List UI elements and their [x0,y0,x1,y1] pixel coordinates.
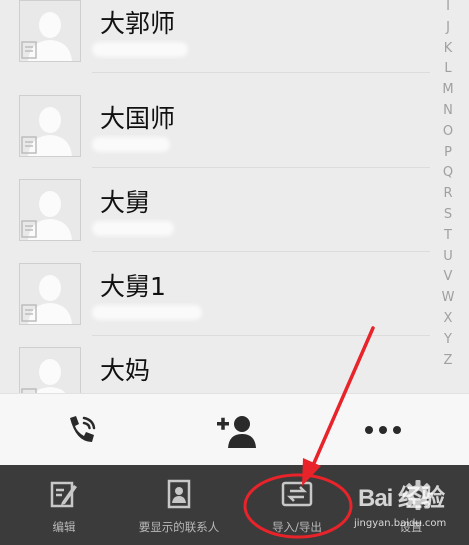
add-contact-button[interactable] [186,394,286,466]
menu-label: 要显示的联系人 [138,520,220,534]
call-button[interactable] [32,394,132,466]
index-letter[interactable]: O [437,122,459,143]
action-bar [0,393,469,465]
index-letter[interactable]: N [437,101,459,122]
avatar [19,263,81,325]
avatar [19,95,81,157]
index-letter[interactable]: S [437,205,459,226]
edit-icon [50,481,77,508]
menu-item-import-export[interactable]: 导入/导出 [242,465,352,545]
more-icon [365,426,401,434]
phone-icon [70,416,96,442]
contact-row[interactable]: 大国师 [0,84,430,168]
index-letter[interactable]: U [437,247,459,268]
menu-label: 设置 [399,520,423,534]
index-letter[interactable]: Q [437,163,459,184]
redacted-phone [92,42,188,57]
avatar [19,347,81,393]
import-export-icon [281,481,313,507]
index-letter[interactable]: W [437,288,459,309]
alphabet-index[interactable]: I J K L M N O P Q R S T U V W X Y Z [437,0,459,371]
index-letter[interactable]: L [437,59,459,80]
default-avatar-icon [21,191,72,240]
index-letter[interactable]: X [437,309,459,330]
menu-item-contacts-to-display[interactable]: 要显示的联系人 [124,465,234,545]
index-letter[interactable]: K [437,39,459,60]
menu-item-edit[interactable]: 编辑 [9,465,119,545]
default-avatar-icon [21,275,72,324]
default-avatar-icon [21,107,72,156]
index-letter[interactable]: R [437,184,459,205]
index-letter[interactable]: Z [437,351,459,372]
contact-row[interactable]: 大妈 [0,336,430,393]
index-letter[interactable]: P [437,143,459,164]
index-letter[interactable]: V [437,267,459,288]
contact-name: 大郭师 [100,9,176,38]
index-letter[interactable]: Y [437,330,459,351]
index-letter[interactable]: T [437,226,459,247]
redacted-phone [92,305,202,320]
index-letter[interactable]: M [437,80,459,101]
contact-card-icon [167,479,191,509]
divider [92,72,430,73]
contact-row[interactable]: 大郭师 [0,0,430,73]
avatar [19,179,81,241]
menu-label: 编辑 [52,520,76,534]
redacted-phone [92,137,170,152]
contact-row[interactable]: 大舅 [0,168,430,252]
contact-name: 大国师 [100,104,176,133]
avatar [19,0,81,62]
menu-item-settings[interactable]: 设置 [356,465,466,545]
menu-label: 导入/导出 [272,520,322,534]
contact-name: 大妈 [100,356,151,385]
contact-name: 大舅1 [100,272,166,301]
contact-row[interactable]: 大舅1 [0,252,430,336]
gear-icon [402,480,433,510]
contact-list[interactable]: 大郭师 大国师 大舅 大舅1 大妈 I J K L M N O P Q R S … [0,0,469,393]
contact-name: 大舅 [100,188,151,217]
add-contact-icon [217,416,256,448]
default-avatar-icon [21,12,72,61]
more-options-button[interactable] [333,394,433,466]
redacted-phone [92,221,174,236]
index-letter[interactable]: I [437,0,459,18]
bottom-menu: 编辑 要显示的联系人 导入/导出 设置 [0,465,469,545]
default-avatar-icon [21,359,66,393]
index-letter[interactable]: J [437,18,459,39]
